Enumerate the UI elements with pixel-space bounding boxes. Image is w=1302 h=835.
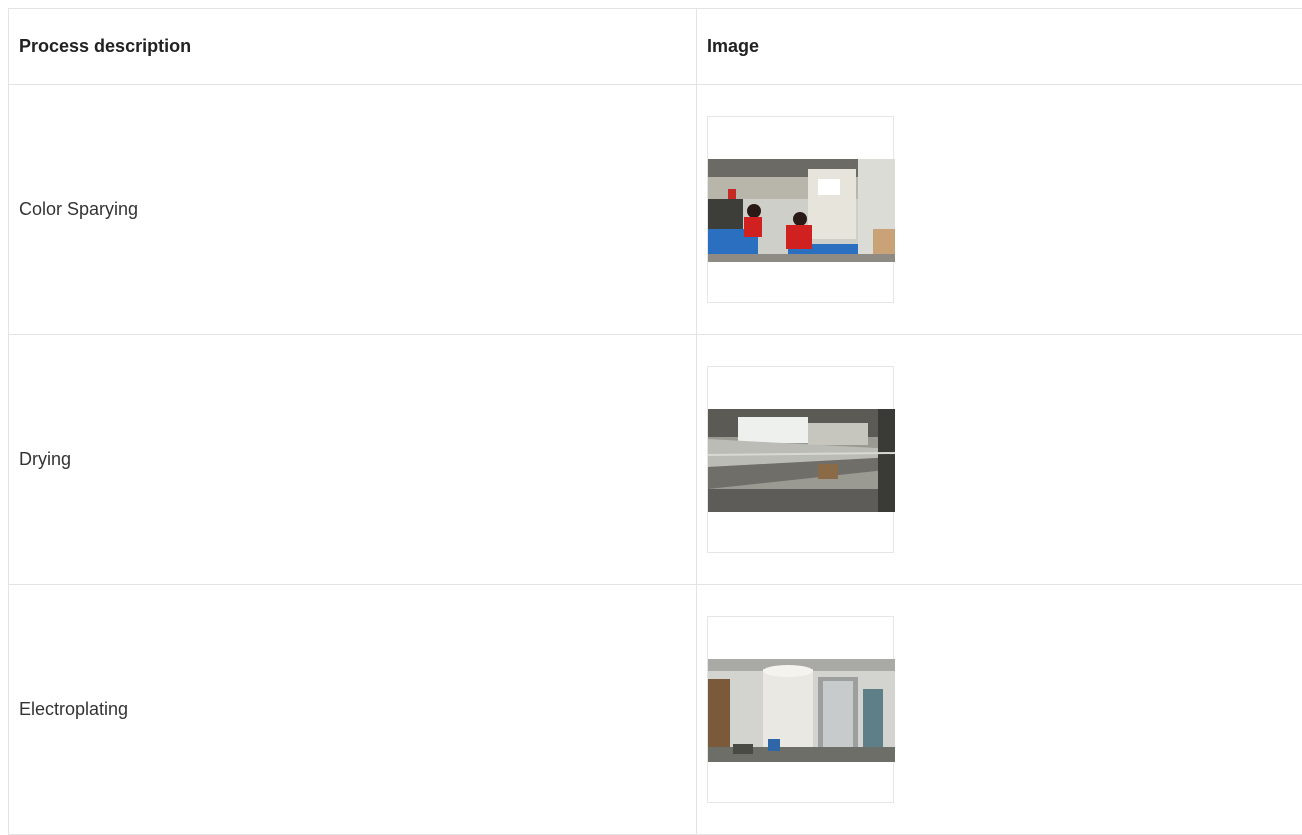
factory-spraying-photo[interactable] <box>708 159 895 262</box>
image-cell <box>697 85 1302 335</box>
process-description-cell: Electroplating <box>9 585 697 835</box>
table-header-row: Process description Image <box>9 9 1302 85</box>
electroplating-machine-photo[interactable] <box>708 659 895 762</box>
table-row: Electroplating <box>9 585 1302 835</box>
process-table: Process description Image Color Sparying <box>8 8 1302 835</box>
thumbnail-frame[interactable] <box>707 616 894 803</box>
factory-drying-line-photo[interactable] <box>708 409 895 512</box>
image-cell <box>697 585 1302 835</box>
header-image: Image <box>697 9 1302 85</box>
process-description-cell: Color Sparying <box>9 85 697 335</box>
image-cell <box>697 335 1302 585</box>
thumbnail-frame[interactable] <box>707 366 894 553</box>
process-description-cell: Drying <box>9 335 697 585</box>
thumbnail-frame[interactable] <box>707 116 894 303</box>
table-row: Color Sparying <box>9 85 1302 335</box>
header-process-description: Process description <box>9 9 697 85</box>
table-row: Drying <box>9 335 1302 585</box>
process-table-container: Process description Image Color Sparying <box>8 8 1302 835</box>
